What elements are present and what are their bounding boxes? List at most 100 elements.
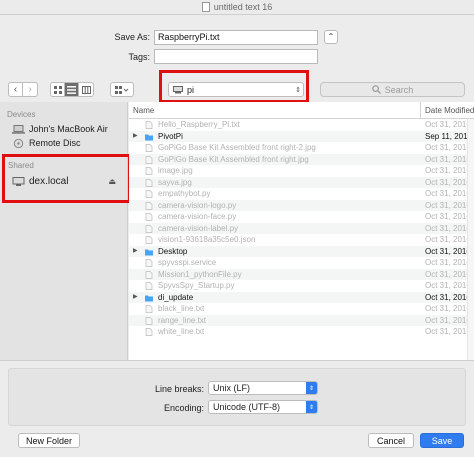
list-icon bbox=[67, 85, 76, 94]
folder-row[interactable]: ▶ Desktop Oct 31, 2016 bbox=[129, 245, 474, 258]
file-row: camera-vision-logo.py Oct 31, 2016 bbox=[129, 199, 474, 211]
list-view-button[interactable] bbox=[65, 83, 79, 96]
updown-arrows-icon: ⇕ bbox=[306, 382, 317, 394]
file-name: image.jpg bbox=[158, 166, 193, 175]
location-popup[interactable]: pi ⇕ bbox=[168, 82, 304, 97]
chevron-up-icon: ⌃ bbox=[327, 32, 335, 41]
file-icon bbox=[145, 167, 153, 175]
chevron-updown-icon: ⇕ bbox=[295, 86, 301, 94]
sidebar-item-remote-disc[interactable]: Remote Disc bbox=[0, 136, 127, 150]
file-list-header: Name Date Modified bbox=[129, 102, 474, 119]
file-name: GoPiGo Base Kit Assembled front right-2.… bbox=[158, 143, 316, 152]
icon-view-button[interactable] bbox=[51, 83, 65, 96]
column-header-date[interactable]: Date Modified bbox=[420, 102, 474, 119]
file-name: camera-vision-face.py bbox=[158, 212, 237, 221]
forward-button[interactable]: › bbox=[23, 83, 37, 96]
folder-icon bbox=[145, 134, 153, 140]
sidebar-item-dex-local[interactable]: dex.local ⏏ bbox=[0, 174, 126, 188]
folder-icon bbox=[145, 249, 153, 255]
file-name: range_line.txt bbox=[158, 315, 207, 325]
sidebar-item-label: Remote Disc bbox=[29, 138, 81, 148]
sidebar-item-label: dex.local bbox=[29, 175, 69, 187]
file-icon bbox=[145, 213, 153, 221]
drive-icon bbox=[173, 85, 183, 93]
file-date: Oct 31, 2016 bbox=[425, 281, 471, 290]
file-name: Mission1_pythonFile.py bbox=[158, 269, 242, 279]
file-name: PivotPi bbox=[158, 131, 183, 141]
file-name: black_line.txt bbox=[158, 304, 205, 313]
encoding-value: Unicode (UTF-8) bbox=[213, 402, 281, 412]
file-date: Oct 31, 2016 bbox=[425, 269, 471, 279]
file-icon bbox=[145, 236, 153, 244]
laptop-icon bbox=[12, 124, 25, 134]
folder-row[interactable]: ▶ di_update Oct 31, 2016 bbox=[129, 291, 474, 304]
vertical-scrollbar[interactable] bbox=[467, 119, 474, 360]
file-name: sayva.jpg bbox=[158, 177, 192, 187]
chevron-left-icon: ‹ bbox=[13, 84, 18, 95]
new-folder-button[interactable]: New Folder bbox=[18, 433, 80, 448]
file-row: white_line.txt Oct 31, 2016 bbox=[129, 326, 474, 338]
file-row: GoPiGo Base Kit Assembled front right.jp… bbox=[129, 153, 474, 165]
file-name: camera-vision-logo.py bbox=[158, 200, 237, 210]
file-name: GoPiGo Base Kit Assembled front right.jp… bbox=[158, 154, 309, 164]
file-date: Oct 31, 2016 bbox=[425, 304, 471, 313]
sidebar-item-macbook[interactable]: John's MacBook Air bbox=[0, 122, 127, 136]
file-list: Name Date Modified Hello_Raspberry_Pi.tx… bbox=[129, 102, 474, 360]
disclosure-triangle-icon[interactable]: ▶ bbox=[133, 246, 138, 258]
file-icon bbox=[145, 259, 153, 267]
window-titlebar: untitled text 16 bbox=[0, 0, 474, 15]
file-name: di_update bbox=[158, 292, 194, 302]
file-icon bbox=[145, 270, 153, 279]
file-date: Oct 31, 2016 bbox=[425, 166, 471, 175]
disclosure-triangle-icon[interactable]: ▶ bbox=[133, 292, 138, 304]
expand-dialog-button[interactable]: ⌃ bbox=[324, 30, 338, 44]
document-icon bbox=[201, 1, 210, 12]
back-button[interactable]: ‹ bbox=[9, 83, 23, 96]
file-icon bbox=[145, 155, 153, 164]
file-date: Oct 31, 2016 bbox=[425, 258, 471, 267]
sidebar-devices-heading: Devices bbox=[7, 110, 36, 119]
sidebar: Devices John's MacBook Air Remote Disc bbox=[0, 102, 128, 360]
folder-icon bbox=[145, 295, 153, 301]
file-row: Hello_Raspberry_Pi.txt Oct 31, 2016 bbox=[129, 119, 474, 131]
window-title: untitled text 16 bbox=[213, 2, 273, 12]
grid-icon bbox=[53, 85, 62, 94]
file-name: white_line.txt bbox=[158, 327, 205, 336]
save-as-field[interactable]: RaspberryPi.txt bbox=[154, 30, 318, 45]
columns-icon bbox=[81, 85, 91, 94]
line-breaks-select[interactable]: Unix (LF) ⇕ bbox=[208, 381, 318, 395]
cancel-button[interactable]: Cancel bbox=[368, 433, 414, 448]
tags-field[interactable] bbox=[154, 49, 318, 64]
file-icon bbox=[145, 305, 153, 313]
column-view-button[interactable] bbox=[79, 83, 93, 96]
file-row: black_line.txt Oct 31, 2016 bbox=[129, 303, 474, 315]
folder-row[interactable]: ▶ PivotPi Sep 11, 2016 bbox=[129, 130, 474, 143]
eject-icon[interactable]: ⏏ bbox=[108, 177, 116, 186]
sidebar-shared-heading: Shared bbox=[8, 161, 34, 170]
disclosure-triangle-icon[interactable]: ▶ bbox=[133, 131, 138, 143]
file-icon bbox=[145, 224, 153, 233]
file-name: camera-vision-label.py bbox=[158, 223, 239, 233]
file-row: range_line.txt Oct 31, 2016 bbox=[129, 314, 474, 326]
file-row: SpyvsSpy_Startup.py Oct 31, 2016 bbox=[129, 280, 474, 292]
chevron-right-icon: › bbox=[28, 84, 32, 95]
file-date: Oct 31, 2016 bbox=[425, 327, 471, 336]
save-button[interactable]: Save bbox=[420, 433, 464, 448]
search-icon bbox=[371, 85, 381, 94]
file-icon bbox=[145, 190, 153, 198]
arrange-menu-button[interactable] bbox=[110, 82, 134, 97]
search-field[interactable]: Search bbox=[320, 82, 465, 97]
file-icon bbox=[145, 316, 153, 325]
file-icon bbox=[145, 144, 153, 152]
encoding-select[interactable]: Unicode (UTF-8) ⇕ bbox=[208, 400, 318, 414]
file-icon bbox=[145, 121, 153, 129]
file-name: SpyvsSpy_Startup.py bbox=[158, 281, 235, 290]
file-row: camera-vision-face.py Oct 31, 2016 bbox=[129, 211, 474, 223]
file-row: Mission1_pythonFile.py Oct 31, 2016 bbox=[129, 268, 474, 280]
file-date: Oct 31, 2016 bbox=[425, 292, 471, 302]
file-icon bbox=[145, 282, 153, 290]
file-name: Desktop bbox=[158, 246, 188, 256]
column-header-name[interactable]: Name bbox=[133, 106, 154, 115]
file-row: spyvsspi.service Oct 31, 2016 bbox=[129, 257, 474, 269]
disc-icon bbox=[13, 138, 24, 148]
